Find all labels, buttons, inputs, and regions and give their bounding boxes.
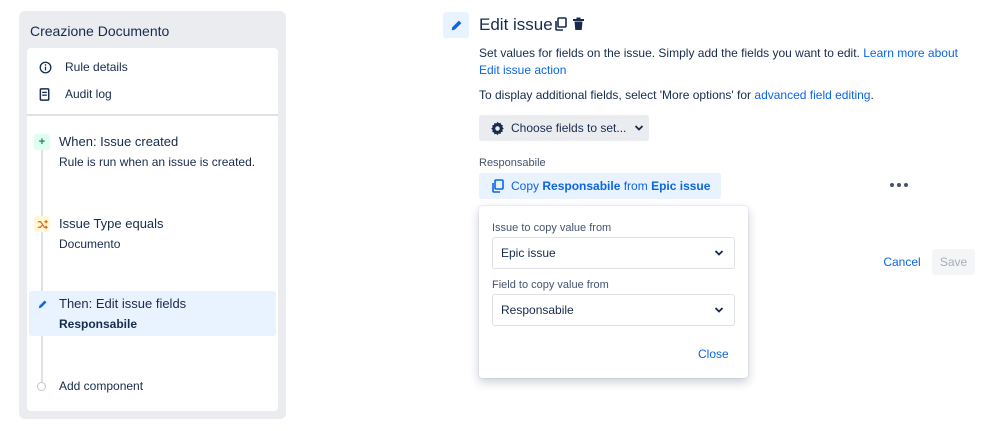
pencil-icon — [34, 296, 50, 312]
page-title: Edit issue — [479, 15, 553, 34]
trash-icon[interactable] — [570, 16, 586, 32]
more-options-button[interactable] — [887, 178, 911, 192]
hint-text: To display additional fields, select 'Mo… — [479, 88, 755, 102]
step-title: Issue Type equals — [59, 216, 164, 231]
field-source-value: Responsabile — [501, 303, 574, 317]
shuffle-icon — [34, 216, 50, 232]
step-subtitle: Rule is run when an issue is created. — [59, 155, 256, 169]
field-source-label: Field to copy value from — [492, 279, 609, 291]
add-component-link[interactable]: Add component — [59, 379, 143, 393]
edit-issue-icon — [443, 12, 469, 38]
step-title: Then: Edit issue fields — [59, 296, 187, 311]
info-icon — [37, 59, 53, 75]
chevron-down-icon — [714, 248, 724, 258]
menu-item-label: Rule details — [65, 60, 128, 74]
chip-field: Responsabile — [542, 179, 621, 193]
copy-icon[interactable] — [552, 16, 568, 32]
chip-source: Epic issue — [651, 179, 711, 193]
choose-fields-label: Choose fields to set... — [511, 121, 627, 135]
issue-source-select[interactable]: Epic issue — [492, 237, 735, 269]
copy-icon — [491, 179, 505, 193]
description-text: Set values for fields on the issue. Simp… — [479, 46, 864, 60]
chevron-down-icon — [634, 123, 644, 133]
action-description: Set values for fields on the issue. Simp… — [479, 45, 969, 79]
hint-suffix: . — [870, 88, 874, 102]
step-trigger[interactable]: + When: Issue created Rule is run when a… — [27, 132, 278, 182]
cancel-button[interactable]: Cancel — [880, 250, 924, 274]
copy-value-popup: Issue to copy value from Epic issue Fiel… — [479, 206, 748, 378]
issue-source-value: Epic issue — [501, 246, 556, 260]
rule-components-card: Rule details Audit log + When: Issue cre… — [27, 48, 278, 411]
add-component-dot — [37, 382, 46, 391]
step-title: When: Issue created — [59, 134, 179, 149]
step-action-selected[interactable]: Then: Edit issue fields Responsabile — [29, 291, 276, 336]
advanced-field-editing-link[interactable]: advanced field editing — [754, 88, 870, 102]
field-label-responsabile: Responsabile — [479, 157, 546, 169]
field-source-select[interactable]: Responsabile — [492, 294, 735, 326]
advanced-editing-hint: To display additional fields, select 'Mo… — [479, 88, 874, 102]
step-subtitle: Documento — [59, 237, 121, 251]
chip-prefix: Copy — [511, 179, 543, 193]
plus-icon: + — [34, 134, 50, 150]
audit-log-icon — [37, 86, 53, 102]
copy-field-chip[interactable]: Copy Responsabile from Epic issue — [479, 173, 722, 199]
chevron-down-icon — [714, 305, 724, 315]
save-button[interactable]: Save — [932, 249, 975, 275]
close-popup-button[interactable]: Close — [698, 347, 729, 361]
choose-fields-button[interactable]: Choose fields to set... — [479, 115, 649, 141]
menu-item-label: Audit log — [65, 87, 112, 101]
chip-mid: from — [620, 179, 652, 193]
gear-icon — [489, 120, 505, 136]
step-subtitle: Responsabile — [59, 317, 138, 331]
menu-item-audit-log[interactable]: Audit log — [37, 84, 112, 104]
divider — [27, 114, 278, 116]
step-condition[interactable]: Issue Type equals Documento — [27, 214, 278, 264]
issue-source-label: Issue to copy value from — [492, 222, 612, 234]
menu-item-rule-details[interactable]: Rule details — [37, 57, 128, 77]
rule-title: Creazione Documento — [30, 23, 170, 39]
rule-sidebar: Creazione Documento Rule details Audit l… — [19, 11, 286, 419]
